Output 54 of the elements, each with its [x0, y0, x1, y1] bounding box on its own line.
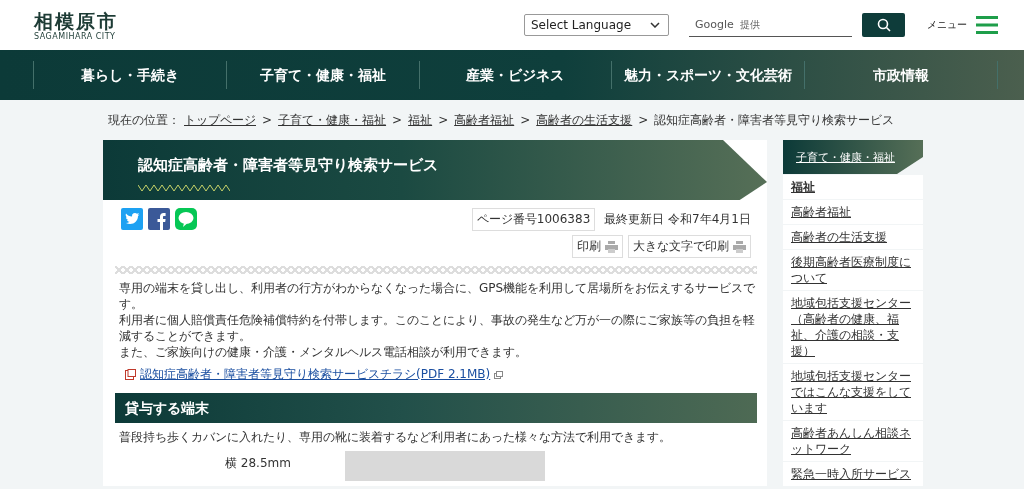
sidebar-heading-link[interactable]: 子育て・健康・福祉: [796, 149, 895, 165]
print-button[interactable]: 印刷: [572, 235, 623, 258]
breadcrumb-separator: >: [520, 113, 531, 127]
breadcrumb-label: 現在の位置：: [108, 111, 180, 129]
nav-link[interactable]: 魅力・スポーツ・文化芸術: [611, 61, 805, 89]
nav-link[interactable]: 子育て・健康・福祉: [225, 61, 419, 89]
body-paragraph: 専用の端末を貸し出し、利用者の行方がわからなくなった場合に、GPS機能を利用して居場所をお伝えするサービスです。: [118, 280, 757, 312]
nav-link[interactable]: 産業・ビジネス: [418, 61, 612, 89]
new-window-icon: [494, 370, 504, 379]
dimension-label: 横 28.5mm: [225, 455, 292, 472]
city-logo-subtitle: SAGAMIHARA CITY: [34, 31, 116, 41]
breadcrumb-link[interactable]: 福祉: [408, 111, 433, 129]
sidebar-item[interactable]: 地域包括支援センター（高齢者の健康、福祉、介護の相談・支援）: [783, 291, 923, 363]
sidebar-item[interactable]: 緊急一時入所サービス: [783, 462, 923, 486]
pdf-download-link[interactable]: 認知症高齢者・障害者等見守り検索サービスチラシ(PDF 2.1MB): [140, 366, 491, 383]
chevron-down-icon: [650, 22, 660, 28]
page-title: 認知症高齢者・障害者等見守り検索サービス: [138, 156, 439, 175]
breadcrumb-link[interactable]: 高齢者の生活支援: [536, 111, 633, 129]
search-field[interactable]: Google 提供: [689, 13, 852, 37]
printer-icon: [605, 240, 618, 253]
pdf-file-icon: [125, 369, 136, 380]
print-button[interactable]: 大きな文字で印刷: [628, 235, 751, 258]
breadcrumb-separator: >: [262, 113, 273, 127]
nav-link[interactable]: 市政情報: [804, 61, 998, 89]
breadcrumb-link[interactable]: 高齢者福祉: [454, 111, 515, 129]
page-number: ページ番号1006383: [471, 208, 596, 231]
breadcrumb-separator: >: [392, 113, 403, 127]
city-logo-title[interactable]: 相模原市: [34, 9, 118, 32]
f-letter-icon[interactable]: [148, 208, 170, 230]
bird-icon[interactable]: [121, 208, 143, 230]
sidebar-item[interactable]: 高齢者の生活支援: [783, 225, 923, 249]
breadcrumb-current: 認知症高齢者・障害者等見守り検索サービス: [654, 111, 895, 129]
printer-icon: [733, 240, 746, 253]
menu-label[interactable]: メニュー: [927, 18, 967, 32]
search-button[interactable]: [862, 13, 905, 37]
body-paragraph: 利用者に個人賠償責任危険補償特約を付帯します。このことにより、事故の発生など万が一の際にご家族等の負担を軽減することができます。: [118, 312, 756, 344]
sidebar-item[interactable]: 高齢者あんしん相談ネットワーク: [783, 421, 923, 461]
breadcrumb-link[interactable]: 子育て・健康・福祉: [278, 111, 387, 129]
body-paragraph: また、ご家族向けの健康・介護・メンタルヘルス電話相談が利用できます。: [118, 344, 528, 360]
section-paragraph: 普段持ち歩くカバンに入れたり、専用の靴に装着するなど利用者にあった様々な方法で利用できます。: [118, 429, 672, 445]
sidebar-item[interactable]: 後期高齢者医療制度について: [783, 250, 923, 290]
breadcrumb-link[interactable]: トップページ: [184, 111, 256, 129]
breadcrumb-separator: >: [438, 113, 449, 127]
sidebar-item[interactable]: 地域包括支援センターではこんな支援をしています: [783, 364, 923, 420]
language-select[interactable]: Select Language: [524, 14, 669, 36]
sidebar-item[interactable]: 高齢者福祉: [783, 200, 923, 224]
sidebar-item[interactable]: 福祉: [783, 175, 923, 199]
nav-link[interactable]: 暮らし・手続き: [33, 61, 226, 89]
last-updated-date: 最終更新日 令和7年4月1日: [604, 211, 751, 228]
section-heading: 貸与する端末: [115, 393, 757, 423]
breadcrumb-separator: >: [638, 113, 649, 127]
menu-icon[interactable]: [976, 16, 998, 34]
chat-bubble-icon[interactable]: [175, 208, 197, 230]
search-icon: [876, 18, 891, 32]
